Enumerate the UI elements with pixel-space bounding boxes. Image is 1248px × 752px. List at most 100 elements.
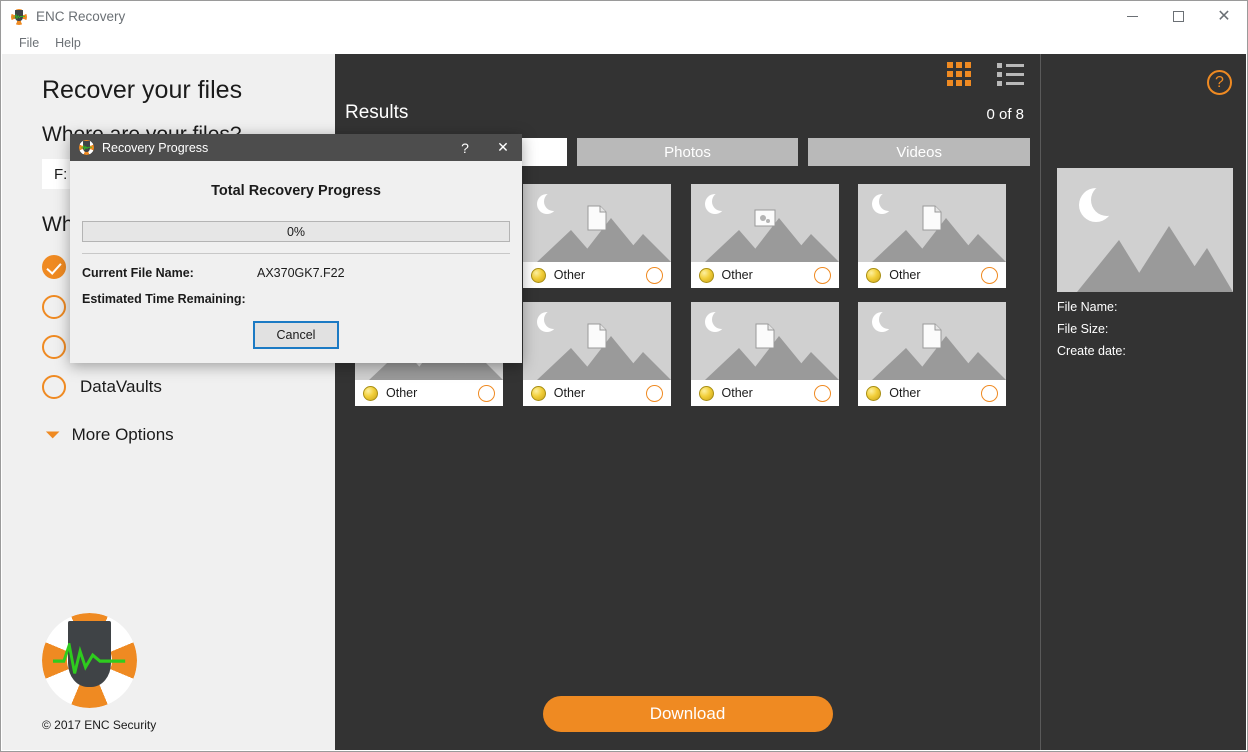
tile-label: Other xyxy=(553,386,586,400)
result-tile[interactable]: Other xyxy=(858,302,1007,406)
eta-label: Estimated Time Remaining: xyxy=(82,292,246,306)
file-name-label: File Name: xyxy=(1057,300,1118,314)
result-tile[interactable]: Other xyxy=(690,302,839,406)
yellow-sphere-icon xyxy=(698,385,714,401)
life-preserver-icon xyxy=(11,8,27,25)
radio-unchecked-icon[interactable] xyxy=(42,375,66,399)
thumbnail-image[interactable] xyxy=(522,302,671,380)
tile-label: Other xyxy=(721,386,753,400)
view-toggle-group xyxy=(947,62,1024,86)
file-icon xyxy=(587,323,607,349)
menu-bar: File Help xyxy=(1,32,1247,54)
radio-checked-icon[interactable] xyxy=(42,255,66,279)
divider xyxy=(82,253,510,254)
current-file-row: Current File Name: AX370GK7.F22 xyxy=(82,266,510,280)
yellow-sphere-icon xyxy=(530,267,546,283)
cancel-button[interactable]: Cancel xyxy=(253,321,339,349)
eta-row: Estimated Time Remaining: xyxy=(82,292,510,306)
close-icon: ✕ xyxy=(1217,7,1231,25)
brand-block: © 2017 ENC Security xyxy=(42,613,156,732)
life-preserver-icon xyxy=(79,140,94,155)
file-icon xyxy=(922,323,942,349)
results-title: Results xyxy=(345,102,409,123)
title-bar: ENC Recovery ✕ xyxy=(1,1,1247,32)
tile-label: Other xyxy=(386,386,418,400)
dialog-heading: Total Recovery Progress xyxy=(211,183,381,199)
chevron-down-icon: ⏷ xyxy=(46,425,60,444)
current-file-label: Current File Name: xyxy=(82,266,194,280)
thumbnail-image[interactable] xyxy=(690,302,839,380)
grid-view-icon[interactable] xyxy=(947,62,971,86)
list-view-icon[interactable] xyxy=(997,62,1024,86)
close-button[interactable]: ✕ xyxy=(1201,1,1247,32)
file-icon xyxy=(922,205,942,231)
dialog-close-button[interactable]: ✕ xyxy=(484,134,522,161)
tile-select-circle[interactable] xyxy=(813,384,831,402)
dialog-titlebar: Recovery Progress ? ✕ xyxy=(70,134,522,161)
tile-select-circle[interactable] xyxy=(813,266,831,284)
yellow-sphere-icon xyxy=(866,267,882,283)
menu-item-file[interactable]: File xyxy=(11,34,47,52)
tab-videos[interactable]: Videos xyxy=(808,138,1031,166)
tile-footer: Other xyxy=(522,380,671,406)
more-options-label: More Options xyxy=(71,425,174,444)
progress-bar: 0% xyxy=(82,221,510,242)
dialog-body: Total Recovery Progress 0% Current File … xyxy=(70,183,522,349)
tile-select-circle[interactable] xyxy=(645,384,663,402)
radio-unchecked-icon[interactable] xyxy=(42,295,66,319)
radio-unchecked-icon[interactable] xyxy=(42,335,66,359)
tile-footer: Other xyxy=(858,380,1007,406)
yellow-sphere-icon xyxy=(866,385,882,401)
result-tile[interactable]: Other xyxy=(522,184,671,288)
result-tile[interactable]: Other xyxy=(522,302,671,406)
window-title: ENC Recovery xyxy=(36,9,126,24)
result-tile[interactable]: Other xyxy=(690,184,839,288)
tile-label: Other xyxy=(889,268,921,282)
result-tile[interactable]: Other xyxy=(858,184,1007,288)
tile-select-circle[interactable] xyxy=(981,266,999,284)
recovery-progress-dialog: Recovery Progress ? ✕ Total Recovery Pro… xyxy=(70,134,522,363)
help-icon[interactable]: ? xyxy=(1207,70,1232,95)
yellow-sphere-icon xyxy=(698,267,714,283)
preview-image xyxy=(1057,168,1233,292)
more-options-toggle[interactable]: ⏷ More Options xyxy=(46,425,335,445)
tile-select-circle[interactable] xyxy=(645,266,663,284)
details-panel: ? File Name: File Size: Create date: xyxy=(1040,54,1246,750)
life-preserver-logo xyxy=(42,613,137,708)
download-button[interactable]: Download xyxy=(542,696,833,732)
thumbnail-image[interactable] xyxy=(690,184,839,262)
tile-footer: Other xyxy=(355,380,503,406)
settings-file-icon xyxy=(754,209,775,227)
tile-footer: Other xyxy=(690,380,839,406)
dialog-title: Recovery Progress xyxy=(102,140,209,155)
yellow-sphere-icon xyxy=(363,385,378,401)
tile-label: Other xyxy=(553,268,586,282)
application-window: ENC Recovery ✕ File Help Recover your fi… xyxy=(0,0,1248,752)
tile-select-circle[interactable] xyxy=(981,384,999,402)
file-icon xyxy=(755,323,774,349)
radio-label-datavaults: DataVaults xyxy=(80,377,162,396)
thumbnail-image[interactable] xyxy=(858,302,1007,380)
results-count: 0 of 8 xyxy=(986,106,1024,123)
yellow-sphere-icon xyxy=(530,385,546,401)
tile-label: Other xyxy=(721,268,753,282)
file-size-label: File Size: xyxy=(1057,322,1109,336)
tile-footer: Other xyxy=(522,262,671,288)
maximize-button[interactable] xyxy=(1155,1,1201,32)
create-date-label: Create date: xyxy=(1057,344,1126,358)
menu-item-help[interactable]: Help xyxy=(47,34,89,52)
copyright-text: © 2017 ENC Security xyxy=(42,718,157,732)
radio-option-datavaults[interactable]: DataVaults xyxy=(42,367,335,407)
file-icon xyxy=(587,205,607,231)
file-metadata: File Name: File Size: Create date: xyxy=(1057,300,1126,366)
tile-label: Other xyxy=(889,386,921,400)
thumbnail-image[interactable] xyxy=(858,184,1007,262)
minimize-button[interactable] xyxy=(1109,1,1155,32)
dialog-help-button[interactable]: ? xyxy=(446,134,484,161)
tile-select-circle[interactable] xyxy=(478,384,495,402)
tab-photos[interactable]: Photos xyxy=(576,138,799,166)
thumbnail-image[interactable] xyxy=(522,184,671,262)
tile-footer: Other xyxy=(858,262,1007,288)
tile-footer: Other xyxy=(690,262,839,288)
page-title: Recover your files xyxy=(42,76,243,104)
